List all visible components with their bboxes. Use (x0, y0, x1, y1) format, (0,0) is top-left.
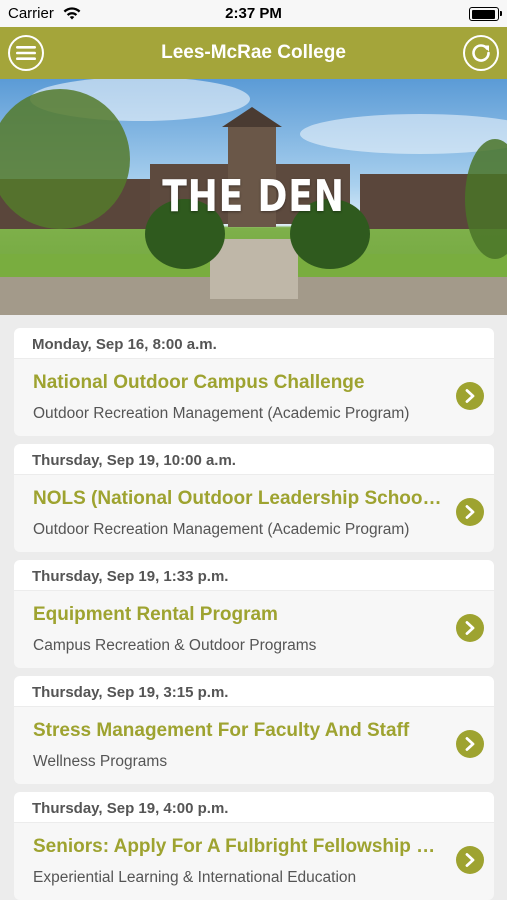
event-title: Stress Management For Faculty And Staff (33, 720, 410, 741)
refresh-icon (472, 44, 490, 62)
chevron-right-button[interactable] (456, 614, 484, 642)
event-department: Wellness Programs (33, 753, 168, 770)
clock: 2:37 PM (225, 5, 282, 22)
event-card[interactable]: Thursday, Sep 19, 3:15 p.m. Stress Manag… (14, 676, 494, 784)
chevron-right-button[interactable] (456, 382, 484, 410)
chevron-right-button[interactable] (456, 846, 484, 874)
event-body[interactable]: Stress Management For Faculty And Staff … (14, 707, 494, 784)
event-date: Thursday, Sep 19, 1:33 p.m. (14, 560, 494, 590)
chevron-right-icon (465, 737, 475, 751)
event-card[interactable]: Thursday, Sep 19, 4:00 p.m. Seniors: App… (14, 792, 494, 900)
event-body[interactable]: National Outdoor Campus Challenge Outdoo… (14, 359, 494, 436)
page-title: Lees-McRae College (161, 42, 346, 63)
event-title: National Outdoor Campus Challenge (33, 372, 365, 393)
event-department: Outdoor Recreation Management (Academic … (33, 521, 410, 538)
status-bar: Carrier 2:37 PM (0, 0, 507, 27)
event-date: Thursday, Sep 19, 3:15 p.m. (14, 676, 494, 706)
hero-title: THE DEN (162, 171, 345, 222)
event-card[interactable]: Monday, Sep 16, 8:00 a.m. National Outdo… (14, 328, 494, 436)
event-title: Seniors: Apply For A Fulbright Fellowshi… (33, 836, 443, 857)
event-card[interactable]: Thursday, Sep 19, 1:33 p.m. Equipment Re… (14, 560, 494, 668)
event-title: Equipment Rental Program (33, 604, 278, 625)
refresh-button[interactable] (463, 35, 499, 71)
event-title: NOLS (National Outdoor Leadership School… (33, 488, 443, 509)
chevron-right-button[interactable] (456, 498, 484, 526)
event-department: Experiential Learning & International Ed… (33, 869, 357, 886)
event-department: Outdoor Recreation Management (Academic … (33, 405, 410, 422)
event-date: Thursday, Sep 19, 4:00 p.m. (14, 792, 494, 822)
event-body[interactable]: Seniors: Apply For A Fulbright Fellowshi… (14, 823, 494, 900)
chevron-right-icon (465, 621, 475, 635)
chevron-right-icon (465, 853, 475, 867)
chevron-right-icon (465, 505, 475, 519)
chevron-right-icon (465, 389, 475, 403)
event-card[interactable]: Thursday, Sep 19, 10:00 a.m. NOLS (Natio… (14, 444, 494, 552)
event-body[interactable]: NOLS (National Outdoor Leadership School… (14, 475, 494, 552)
event-department: Campus Recreation & Outdoor Programs (33, 637, 317, 654)
event-date: Thursday, Sep 19, 10:00 a.m. (14, 444, 494, 474)
navigation-bar: Lees-McRae College (0, 27, 507, 79)
chevron-right-button[interactable] (456, 730, 484, 758)
event-date: Monday, Sep 16, 8:00 a.m. (14, 328, 494, 358)
hero-banner: THE DEN (0, 79, 507, 315)
battery-icon (469, 7, 502, 21)
event-body[interactable]: Equipment Rental Program Campus Recreati… (14, 591, 494, 668)
